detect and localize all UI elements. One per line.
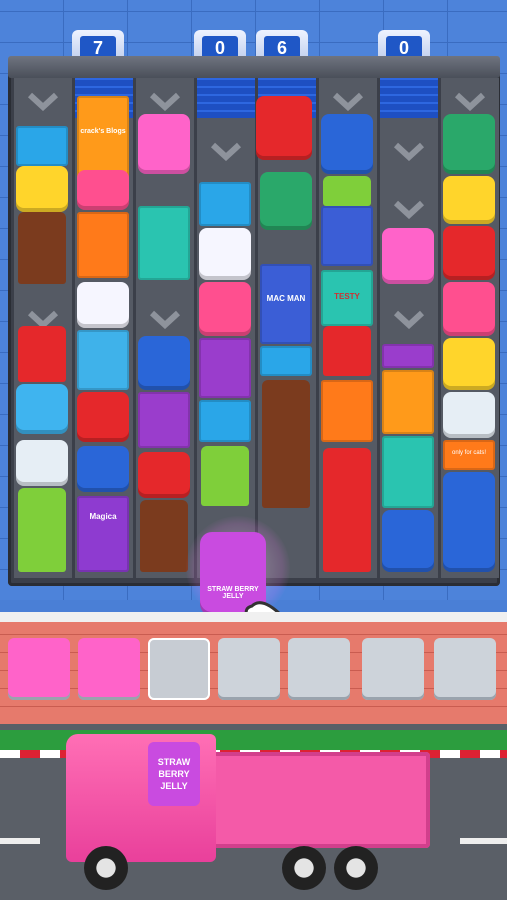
panda-can-item[interactable] (16, 440, 68, 486)
chevron-down-icon (136, 300, 194, 340)
ketchup-bottle-item[interactable] (323, 326, 371, 376)
collection-slot-empty (434, 638, 496, 700)
pink-can-item[interactable] (443, 282, 495, 336)
collection-slot-filled (78, 638, 140, 700)
truck-cargo-box (208, 752, 430, 848)
cereal-box-item[interactable] (16, 126, 68, 166)
pink-can-item[interactable] (199, 282, 251, 336)
collection-slot-ghost (148, 638, 210, 700)
chevron-down-icon (197, 132, 255, 172)
jelly-jar-item[interactable] (382, 228, 434, 284)
wheel (282, 846, 326, 890)
sauce-bottle-item[interactable] (140, 500, 188, 572)
red-can-item[interactable] (443, 226, 495, 280)
chevron-down-icon (14, 82, 72, 122)
green-bottle-item[interactable] (201, 446, 249, 506)
chevron-down-icon (380, 190, 438, 230)
collection-slot-empty (218, 638, 280, 700)
milk-can-item[interactable] (321, 114, 373, 174)
shelf-door-2 (197, 78, 255, 118)
cat-food-box-item[interactable] (321, 380, 373, 442)
yellow-can-item[interactable] (16, 166, 68, 212)
green-bottle-item[interactable] (323, 176, 371, 206)
cat-food-box-item[interactable]: only for cats! (443, 440, 495, 470)
red-can-held-item[interactable] (256, 96, 312, 160)
collection-slot-empty (362, 638, 424, 700)
wheel (84, 846, 128, 890)
testy-chips-item[interactable] (382, 436, 434, 508)
magica-box-item[interactable] (199, 338, 251, 398)
milk-can-item[interactable] (138, 336, 190, 390)
green-bottle-item[interactable] (18, 488, 66, 572)
magica-box-item[interactable]: Magica (77, 496, 129, 572)
green-can-item[interactable] (443, 114, 495, 174)
candy-box-item[interactable] (199, 182, 251, 226)
panda-can-item[interactable] (443, 392, 495, 438)
sauce-bottle-item[interactable] (262, 380, 310, 508)
candy-box-item[interactable] (260, 346, 312, 376)
lane-marking (460, 838, 507, 844)
shelf-top-rail (8, 56, 500, 78)
testy-chips-item[interactable] (138, 206, 190, 280)
red-can-item[interactable] (138, 452, 190, 498)
red-can-item[interactable] (77, 392, 129, 442)
milk-can-item[interactable] (382, 510, 434, 572)
orange-juice-can-item[interactable] (199, 228, 251, 280)
chevron-down-icon (380, 300, 438, 340)
green-can-item[interactable] (260, 172, 312, 230)
yellow-can-item[interactable] (443, 176, 495, 224)
milk-can-item[interactable] (443, 472, 495, 572)
milk-can-item[interactable] (77, 446, 129, 492)
blue-can-item[interactable] (16, 384, 68, 434)
ketchup-bottle-item[interactable] (323, 448, 371, 572)
jelly-jar-item[interactable] (138, 114, 190, 174)
yellow-can-item[interactable] (443, 338, 495, 390)
ketchup-bottle-item[interactable] (18, 326, 66, 382)
orange-juice-can-item[interactable] (77, 282, 129, 328)
collection-slot-filled (8, 638, 70, 700)
candy-box-item[interactable] (199, 400, 251, 442)
lane-marking (0, 838, 40, 844)
cat-food-box-item[interactable] (77, 212, 129, 278)
collection-slot-empty (288, 638, 350, 700)
cracks-blogs-box-item[interactable] (382, 370, 434, 434)
wheel (334, 846, 378, 890)
testy-chips-item[interactable]: TESTY (321, 270, 373, 326)
sauce-bottle-item[interactable] (18, 212, 66, 284)
milk-carton-item[interactable] (77, 330, 129, 390)
pink-can-item[interactable] (77, 170, 129, 210)
shelf-door-4 (380, 78, 438, 118)
mac-man-box-item[interactable]: MAC MAN (260, 264, 312, 344)
paw-box-item[interactable] (382, 344, 434, 368)
mac-man-box-item[interactable] (321, 206, 373, 266)
chevron-down-icon (380, 132, 438, 172)
truck-sign: STRAW BERRY JELLY (148, 742, 200, 806)
magica-box-item[interactable] (138, 392, 190, 448)
